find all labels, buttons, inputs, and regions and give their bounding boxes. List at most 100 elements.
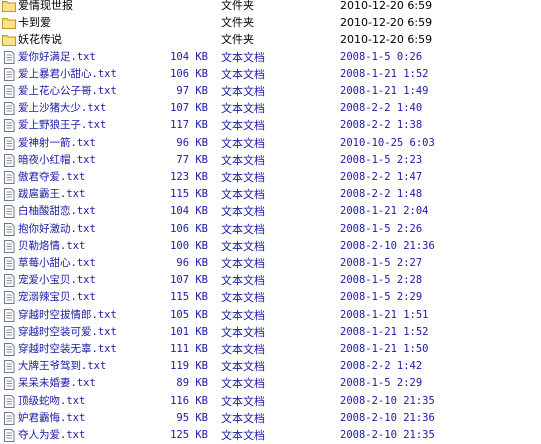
- file-name: 暗夜小红帽.txt: [18, 153, 96, 166]
- file-name: 爱情现世报: [18, 0, 73, 12]
- file-type: 文本文档: [221, 411, 265, 425]
- file-type: 文件夹: [221, 33, 254, 47]
- file-row[interactable]: 草莓小甜心.txt 96 KB 文本文档 2008-1-5 2:27: [0, 255, 541, 272]
- text-document-icon: [2, 274, 16, 288]
- file-type: 文本文档: [221, 360, 265, 374]
- file-name: 穿越时空装无辜.txt: [18, 343, 117, 355]
- file-row[interactable]: 抱你好激动.txt 106 KB 文本文档 2008-1-5 2:26: [0, 221, 541, 238]
- file-row[interactable]: 爱上野狼王子.txt 117 KB 文本文档 2008-2-2 1:38: [0, 117, 541, 134]
- text-document-icon: [2, 257, 16, 270]
- modified-date: 2008-1-21 1:52: [340, 325, 429, 338]
- folder-row[interactable]: 爱情现世报 文件夹 2010-12-20 6:59: [0, 0, 541, 14]
- file-row[interactable]: 宠溺辣宝贝.txt 115 KB 文本文档 2008-1-5 2:29: [0, 289, 541, 306]
- file-row[interactable]: 爱上暴君小甜心.txt 106 KB 文本文档 2008-1-21 1:52: [0, 66, 541, 83]
- text-document-icon: [2, 239, 16, 253]
- file-row[interactable]: 爱你好满足.txt 104 KB 文本文档 2008-1-5 0:26: [0, 49, 541, 66]
- file-size: 106 KB: [170, 222, 208, 235]
- file-row[interactable]: 傲君夺爱.txt 123 KB 文本文档 2008-2-2 1:47: [0, 169, 541, 186]
- file-row[interactable]: 呆呆未婚妻.txt 89 KB 文本文档 2008-1-5 2:29: [0, 375, 541, 392]
- file-name: 穿越时空装可爱.txt: [18, 325, 117, 338]
- text-document-icon: [2, 136, 16, 150]
- file-row[interactable]: 爱上沙猪大少.txt 107 KB 文本文档 2008-2-2 1:40: [0, 100, 541, 117]
- file-row[interactable]: 贝勒烙情.txt 100 KB 文本文档 2008-2-10 21:36: [0, 238, 541, 255]
- modified-date: 2010-12-20 6:59: [340, 33, 433, 47]
- file-size: 115 KB: [170, 291, 208, 304]
- text-document-icon: [2, 291, 16, 305]
- text-document-icon: [2, 222, 16, 236]
- file-size: 111 KB: [170, 343, 208, 355]
- modified-date: 2008-1-5 2:29: [340, 377, 423, 390]
- file-row[interactable]: 暗夜小红帽.txt 77 KB 文本文档 2008-1-5 2:23: [0, 152, 541, 169]
- folder-row[interactable]: 卡到爱 文件夹 2010-12-20 6:59: [0, 14, 541, 31]
- modified-date: 2008-2-10 21:36: [340, 239, 435, 252]
- file-type: 文本文档: [221, 119, 265, 133]
- file-size: 104 KB: [170, 205, 208, 218]
- file-size: 89 KB: [176, 377, 208, 390]
- file-name: 爱上野狼王子.txt: [18, 119, 107, 132]
- file-type: 文本文档: [221, 394, 265, 408]
- file-name: 爱神射一箭.txt: [18, 136, 96, 149]
- file-size: [150, 31, 208, 48]
- file-size: 115 KB: [170, 188, 208, 201]
- file-row[interactable]: 夺人为爱.txt 125 KB 文本文档 2008-2-10 21:35: [0, 427, 541, 444]
- file-row[interactable]: 爱上花心公子哥.txt 97 KB 文本文档 2008-1-21 1:49: [0, 83, 541, 100]
- file-size: 100 KB: [170, 239, 208, 252]
- file-size: 95 KB: [176, 411, 208, 424]
- text-document-icon: [2, 153, 16, 167]
- file-name: 卡到爱: [18, 16, 51, 30]
- file-size: 97 KB: [176, 85, 208, 97]
- text-document-icon: [2, 394, 16, 408]
- file-name: 宠爱小宝贝.txt: [18, 274, 96, 287]
- text-document-icon: [2, 67, 16, 81]
- file-name: 跋扈霸王.txt: [18, 188, 86, 201]
- file-row[interactable]: 穿越时空拔情郎.txt 105 KB 文本文档 2008-1-21 1:51: [0, 307, 541, 324]
- modified-date: 2008-2-2 1:40: [340, 102, 423, 115]
- file-size: 119 KB: [170, 360, 208, 373]
- file-size: 104 KB: [170, 50, 208, 63]
- file-row[interactable]: 穿越时空装无辜.txt 111 KB 文本文档 2008-1-21 1:50: [0, 341, 541, 358]
- file-type: 文本文档: [221, 239, 265, 253]
- file-name: 爱上暴君小甜心.txt: [18, 67, 117, 80]
- modified-date: 2010-10-25 6:03: [340, 136, 435, 149]
- text-document-icon: [2, 205, 16, 219]
- file-row[interactable]: 跋扈霸王.txt 115 KB 文本文档 2008-2-2 1:48: [0, 186, 541, 203]
- file-row[interactable]: 宠爱小宝贝.txt 107 KB 文本文档 2008-1-5 2:28: [0, 272, 541, 289]
- file-name: 夺人为爱.txt: [18, 429, 86, 441]
- file-type: 文本文档: [221, 274, 265, 288]
- file-type: 文件夹: [221, 0, 254, 12]
- file-size: 123 KB: [170, 171, 208, 183]
- modified-date: 2008-2-2 1:47: [340, 171, 423, 183]
- file-type: 文本文档: [221, 85, 265, 98]
- file-name: 贝勒烙情.txt: [18, 239, 86, 252]
- file-type: 文本文档: [221, 343, 265, 356]
- file-type: 文本文档: [221, 308, 265, 322]
- file-row[interactable]: 穿越时空装可爱.txt 101 KB 文本文档 2008-1-21 1:52: [0, 324, 541, 341]
- file-name: 爱上沙猪大少.txt: [18, 102, 107, 115]
- file-type: 文本文档: [221, 325, 265, 339]
- file-size: 77 KB: [176, 153, 208, 166]
- modified-date: 2008-1-21 1:49: [340, 85, 429, 97]
- file-row[interactable]: 妒君霸悔.txt 95 KB 文本文档 2008-2-10 21:36: [0, 410, 541, 427]
- file-row[interactable]: 白柚酸甜恋.txt 104 KB 文本文档 2008-1-21 2:04: [0, 203, 541, 220]
- modified-date: 2008-1-5 2:26: [340, 222, 423, 235]
- file-name: 呆呆未婚妻.txt: [18, 377, 96, 390]
- folder-row[interactable]: 妖花传说 文件夹 2010-12-20 6:59: [0, 31, 541, 48]
- file-name: 穿越时空拔情郎.txt: [18, 308, 117, 321]
- modified-date: 2008-1-5 2:29: [340, 291, 423, 304]
- file-type: 文本文档: [221, 67, 265, 81]
- file-name: 白柚酸甜恋.txt: [18, 205, 96, 218]
- file-row[interactable]: 大牌王爷驾到.txt 119 KB 文本文档 2008-2-2 1:42: [0, 358, 541, 375]
- file-row[interactable]: 顶级蛇吻.txt 116 KB 文本文档 2008-2-10 21:35: [0, 393, 541, 410]
- file-type: 文本文档: [221, 153, 265, 167]
- file-row[interactable]: 爱神射一箭.txt 96 KB 文本文档 2010-10-25 6:03: [0, 135, 541, 152]
- text-document-icon: [2, 308, 16, 322]
- modified-date: 2008-1-5 0:26: [340, 50, 423, 63]
- file-size: [150, 14, 208, 31]
- file-size: 106 KB: [170, 67, 208, 80]
- file-type: 文本文档: [221, 222, 265, 236]
- modified-date: 2008-2-2 1:38: [340, 119, 423, 132]
- text-document-icon: [2, 325, 16, 339]
- file-size: 116 KB: [170, 394, 208, 407]
- modified-date: 2008-1-21 2:04: [340, 205, 429, 218]
- file-size: [150, 0, 208, 14]
